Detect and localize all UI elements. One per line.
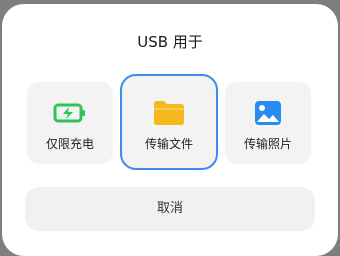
option-label: 仅限充电 <box>45 137 94 151</box>
option-label: 传输照片 <box>243 137 292 151</box>
option-label: 传输文件 <box>144 137 193 151</box>
option-transfer-files[interactable]: 传输文件 <box>120 74 218 170</box>
battery-charging-icon <box>53 102 87 128</box>
cancel-button[interactable]: 取消 <box>25 187 315 231</box>
option-transfer-photos[interactable]: 传输照片 <box>225 82 311 164</box>
usb-mode-dialog: USB 用于 仅限充电 传输文件 传输照片 取消 <box>2 4 338 256</box>
image-icon <box>254 100 282 130</box>
dialog-title: USB 用于 <box>137 33 203 51</box>
option-charge-only[interactable]: 仅限充电 <box>27 82 113 164</box>
folder-icon <box>152 100 186 130</box>
